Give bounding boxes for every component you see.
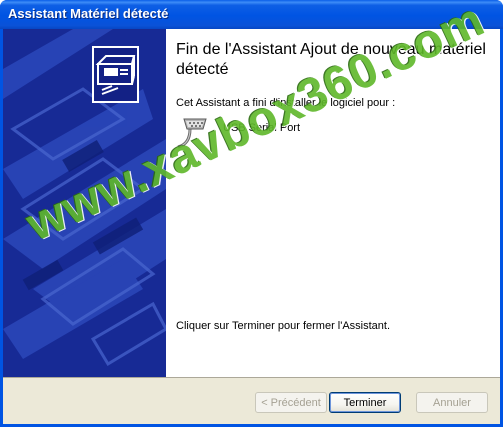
hardware-wizard-icon — [92, 46, 139, 103]
finish-instruction: Cliquer sur Terminer pour fermer l'Assis… — [176, 320, 391, 332]
finish-button[interactable]: Terminer — [329, 392, 401, 413]
device-name: USB Serial Port — [223, 122, 301, 134]
wizard-heading: Fin de l'Assistant Ajout de nouveau maté… — [176, 41, 486, 78]
cancel-button[interactable]: Annuler — [416, 392, 488, 413]
installed-device: USB Serial Port — [176, 115, 476, 155]
back-button[interactable]: < Précédent — [255, 392, 327, 413]
banner-art — [3, 29, 166, 377]
wizard-client-area: Fin de l'Assistant Ajout de nouveau maté… — [3, 29, 500, 424]
wizard-window: Assistant Matériel détecté Fin de l'Assi… — [0, 0, 503, 427]
window-title: Assistant Matériel détecté — [8, 6, 169, 21]
serial-port-icon — [176, 115, 210, 155]
wizard-content: Fin de l'Assistant Ajout de nouveau maté… — [166, 29, 500, 377]
install-complete-text: Cet Assistant a fini d'installer le logi… — [176, 97, 396, 109]
title-bar[interactable]: Assistant Matériel détecté — [0, 0, 503, 29]
wizard-side-banner — [3, 29, 166, 377]
wizard-button-bar: < Précédent Terminer Annuler — [3, 377, 500, 424]
